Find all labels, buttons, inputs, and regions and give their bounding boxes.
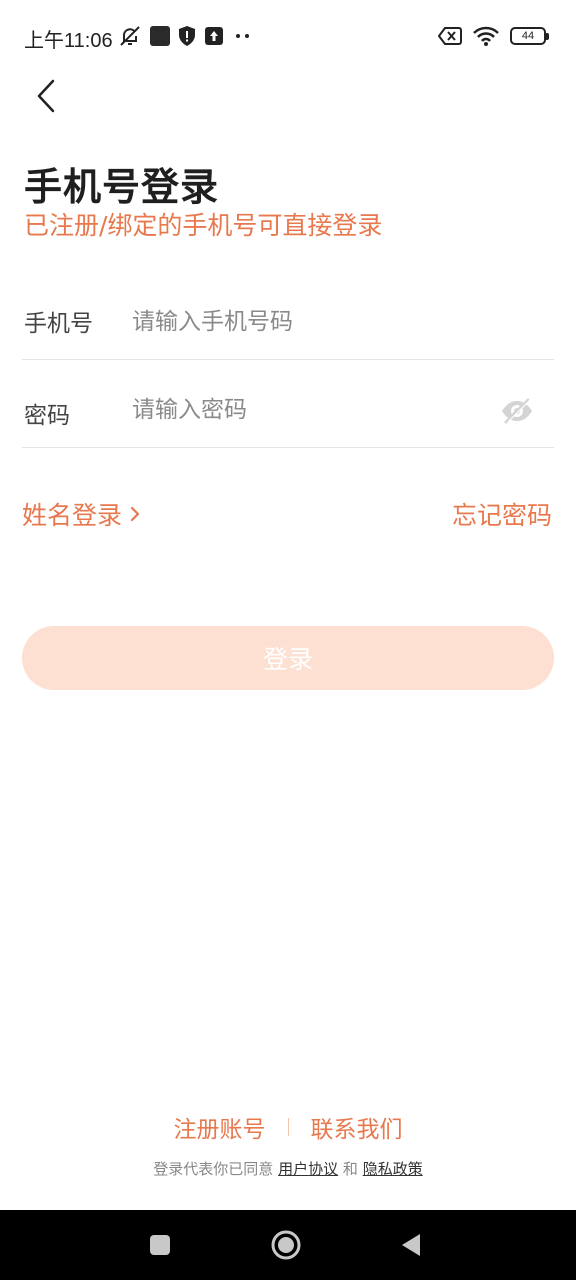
page-subtitle: 已注册/绑定的手机号可直接登录 bbox=[24, 211, 383, 240]
agreement-and: 和 bbox=[342, 1160, 358, 1178]
name-login-link[interactable]: 姓名登录 bbox=[22, 496, 140, 532]
chevron-left-icon bbox=[37, 79, 55, 113]
password-input[interactable] bbox=[132, 390, 492, 430]
chevron-right-icon bbox=[130, 506, 140, 522]
user-agreement-link[interactable]: 用户协议 bbox=[278, 1160, 338, 1178]
footer-divider bbox=[287, 1118, 289, 1136]
eye-off-icon[interactable] bbox=[500, 394, 534, 428]
password-label: 密码 bbox=[24, 403, 70, 429]
home-icon[interactable] bbox=[269, 1228, 303, 1262]
status-time: 上午11:06 bbox=[24, 30, 113, 52]
status-icons-left bbox=[118, 24, 254, 48]
register-link[interactable]: 注册账号 bbox=[174, 1110, 266, 1144]
footer-links: 注册账号 联系我们 bbox=[0, 1110, 576, 1144]
page-title: 手机号登录 bbox=[24, 165, 220, 209]
agreement-line: 登录代表你已同意 用户协议 和 隐私政策 bbox=[0, 1158, 576, 1179]
name-login-label: 姓名登录 bbox=[22, 501, 123, 530]
back-button[interactable] bbox=[26, 74, 66, 118]
login-button[interactable]: 登录 bbox=[22, 626, 554, 690]
battery-icon: 44 bbox=[510, 27, 549, 45]
forgot-password-link[interactable]: 忘记密码 bbox=[452, 496, 552, 532]
contact-link[interactable]: 联系我们 bbox=[311, 1110, 403, 1144]
password-row: 密码 bbox=[22, 360, 554, 448]
status-bar: 上午11:06 44 bbox=[0, 0, 576, 72]
sim-x-icon bbox=[438, 27, 462, 45]
phone-input[interactable] bbox=[132, 302, 492, 342]
bell-off-icon bbox=[120, 26, 140, 46]
status-icons-right: 44 bbox=[438, 24, 549, 48]
app-icon bbox=[150, 26, 170, 46]
nav-back-icon[interactable] bbox=[394, 1228, 428, 1262]
phone-row: 手机号 bbox=[22, 272, 554, 360]
system-nav-bar bbox=[0, 1210, 576, 1280]
recent-apps-icon[interactable] bbox=[143, 1228, 177, 1262]
more-dots-icon bbox=[236, 34, 249, 38]
shield-icon bbox=[179, 26, 195, 46]
wifi-icon bbox=[473, 26, 499, 46]
phone-label: 手机号 bbox=[24, 311, 93, 337]
battery-level: 44 bbox=[521, 30, 535, 42]
agreement-prefix: 登录代表你已同意 bbox=[153, 1160, 274, 1178]
upload-icon bbox=[205, 27, 223, 45]
privacy-policy-link[interactable]: 隐私政策 bbox=[363, 1160, 423, 1178]
